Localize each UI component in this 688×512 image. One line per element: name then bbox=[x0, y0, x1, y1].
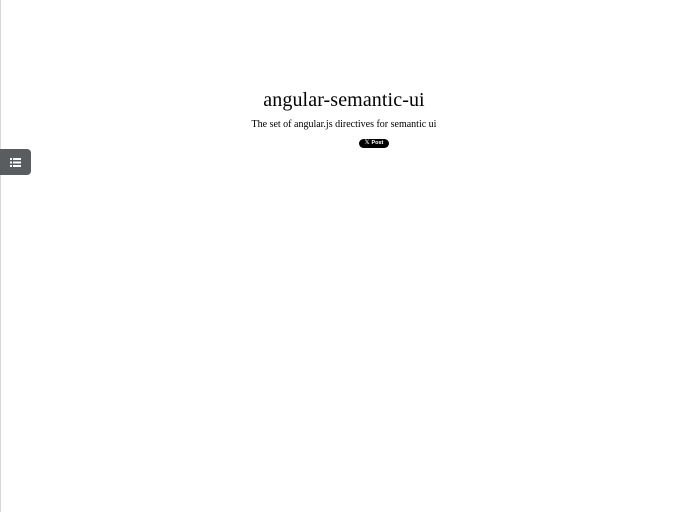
page-tagline: The set of angular.js directives for sem… bbox=[251, 119, 437, 130]
page-left-border bbox=[0, 0, 1, 512]
share-row: 𝕏 Post bbox=[359, 139, 389, 148]
page-title: angular-semantic-ui bbox=[263, 89, 425, 111]
x-post-button[interactable]: 𝕏 Post bbox=[359, 139, 389, 148]
hero-section: angular-semantic-ui The set of angular.j… bbox=[0, 88, 688, 131]
x-post-label: Post bbox=[371, 140, 384, 146]
list-icon bbox=[10, 157, 22, 167]
x-logo-icon: 𝕏 bbox=[364, 140, 370, 146]
sidebar-toggle-button[interactable] bbox=[0, 149, 31, 175]
